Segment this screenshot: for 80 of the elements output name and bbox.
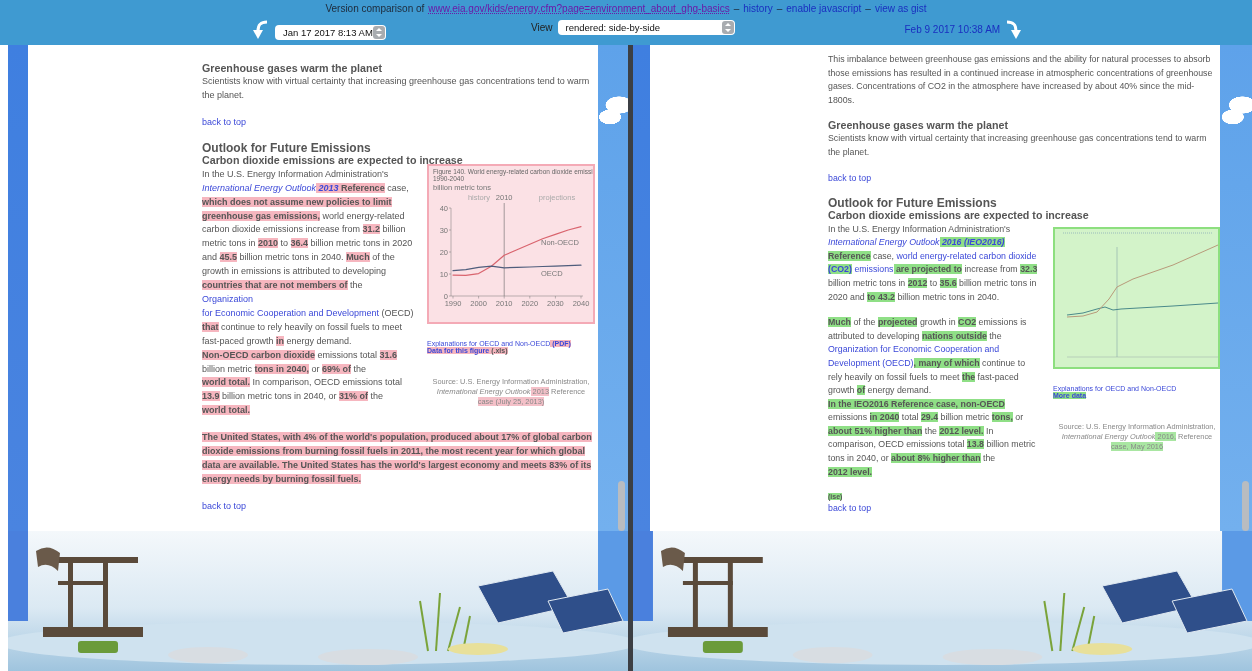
link[interactable]: 2016 (IEO2016)	[939, 237, 1005, 248]
highlighted-text: countries that are not members of	[202, 280, 348, 291]
link[interactable]: Development (OECD)	[828, 357, 914, 368]
highlighted-text: 69% of	[322, 363, 352, 374]
highlighted-text: 2012	[907, 277, 928, 288]
highlighted-text: nations outside	[921, 330, 987, 341]
back-to-top-link[interactable]: back to top	[202, 116, 247, 127]
highlighted-text: 13.9	[202, 391, 220, 402]
highlighted-text: in 2040	[869, 412, 900, 423]
highlighted-text: 2010	[258, 238, 279, 249]
highlighted-text: tons in 2040,	[254, 363, 310, 374]
paragraph: In the U.S. Energy Information Administration's International Energy Outlook 2013 Reference case, which does not assume new policies to limit greenhouse gas emissions, world energy-related carbon dioxide emissions increase from 31.2 billion metric tons in 2010 to 36.4 billion metric tons in 2020 and 45.5 billion metric tons in 2040. Much of the growth in emissions is attributed to developing countries that are not members of the Organization for Economic Cooperation and Development (OECD) that continue to rely heavily on fossil fuels to meet fast-paced growth in energy demand. Non-OECD carbon dioxide emissions total 31.6 billion metric tons in 2040, or 69% of the world total. In comparison, OECD emissions total 13.9 billion metric tons in 2040, or 31% of the world total.	[202, 167, 414, 418]
back-to-top-link[interactable]: back to top	[828, 503, 872, 514]
curved-arrow-icon[interactable]	[1005, 20, 1022, 40]
header-text: –	[865, 3, 871, 14]
highlighted-text: world total.	[202, 405, 250, 416]
highlighted-text: about 8% higher than	[891, 453, 981, 464]
highlighted-text: in	[276, 335, 285, 346]
section-heading: Greenhouse gases warm the planet	[202, 62, 383, 75]
highlighted-text: to 43.2	[867, 291, 895, 302]
subheading: Carbon dioxide emissions are expected to increase	[202, 153, 464, 167]
section-title: Outlook for Future Emissions	[202, 141, 372, 154]
highlighted-text: greenhouse gas emissions,	[202, 210, 321, 221]
paragraph: This imbalance between greenhouse gas emissions and the ability for natural processes to absorb those emissions has resulted in a continued increase in atmospheric concentrations of greenhouse gases. Concentrations of CO2 in the atmosphere have increased by about 40% since the mid-1800s.	[828, 53, 1214, 107]
highlighted-text: 36.4	[290, 238, 309, 249]
highlighted-text: 13.8	[966, 439, 984, 450]
header-text: –	[776, 3, 783, 14]
link[interactable]: International Energy Outlook	[828, 237, 940, 248]
highlighted-text: Non-OECD carbon dioxide	[202, 349, 315, 360]
highlighted-text: 35.6	[939, 277, 957, 288]
highlighted-text: world total.	[202, 377, 250, 388]
highlighted-text: 45.5	[219, 252, 238, 263]
date-select[interactable]: Jan 17 2017 8:13 AM	[275, 25, 386, 40]
highlighted-text: Reference	[338, 182, 385, 193]
scrollbar-thumb[interactable]	[618, 481, 625, 531]
highlighted-text: In the IEO2016 Reference case, non-OECD	[828, 398, 1005, 409]
stepper-icon	[721, 21, 734, 34]
link[interactable]: (CO2)	[828, 264, 852, 275]
paragraph: The United States, with 4% of the world's population, produced about 17% of global carbon dioxide emissions from burning fossil fuels in 2011, the most recent year for which global data are available. The United States has the world's largest economy and meets 83% of its energy needs by burning fossil fuels.	[202, 431, 593, 486]
link[interactable]: Organization for Economic Cooperation and	[828, 344, 1000, 355]
highlighted-text: , many of which	[913, 357, 980, 368]
highlighted-text: 31% of	[339, 391, 369, 402]
section-title: Outlook for Future Emissions	[828, 196, 998, 209]
link[interactable]: emissions	[851, 264, 894, 275]
paragraph: Scientists know with virtual certainty that increasing greenhouse gas concentrations tend to warm the planet.	[828, 132, 1208, 159]
scrollbar-thumb[interactable]	[1242, 481, 1249, 531]
highlighted-text: 29.4	[920, 412, 939, 423]
highlighted-text: Reference	[828, 250, 871, 261]
highlighted-text: which does not assume new policies to limit	[202, 196, 392, 207]
curved-arrow-icon[interactable]	[253, 20, 269, 40]
link[interactable]: for Economic Cooperation and Development	[202, 307, 380, 318]
paragraph: Scientists know with virtual certainty that increasing greenhouse gas concentrations tend to warm the planet.	[202, 75, 591, 102]
highlighted-text: tons,	[991, 412, 1013, 423]
highlighted-text: the	[961, 371, 976, 382]
link[interactable]: International Energy Outlook	[202, 182, 317, 193]
highlighted-text: 2012 level.	[828, 466, 873, 477]
section-heading: Greenhouse gases warm the planet	[828, 119, 1009, 133]
back-to-top-link[interactable]: back to top	[202, 500, 247, 511]
stepper-icon	[373, 26, 385, 39]
view-select[interactable]: rendered: side-by-side	[557, 20, 735, 35]
highlighted-text: about 51% higher than	[828, 425, 923, 436]
highlighted-text: 31.2	[362, 224, 381, 235]
link[interactable]: world energy-related carbon dioxide	[896, 250, 1037, 261]
header-text: Version comparison of	[325, 3, 425, 14]
highlighted-text: are projected to	[893, 264, 962, 275]
back-to-top-link[interactable]: back to top	[828, 172, 872, 183]
highlighted-text: Much	[828, 317, 851, 328]
highlighted-text: 2012 level.	[939, 425, 984, 436]
highlighted-text: 32.3	[1020, 264, 1038, 275]
highlighted-text: CO2	[958, 317, 977, 328]
subheading: Carbon dioxide emissions are expected to increase	[828, 208, 1090, 222]
highlighted-text: Much	[346, 252, 370, 263]
link[interactable]: 2013	[316, 182, 339, 193]
view-label: View	[531, 22, 553, 33]
header-text: –	[733, 3, 740, 14]
link[interactable]: Organization	[202, 293, 254, 304]
highlighted-text: projected	[877, 317, 918, 328]
highlighted-text: that	[202, 321, 219, 332]
paragraph: In the U.S. Energy Information Administration's International Energy Outlook 2016 (IEO2016) Reference case, world energy-related carbon dioxide (CO2) emissions are projected to increase from 32.3 billion metric tons in 2012 to 35.6 billion metric tons in 2020 and to 43.2 billion metric tons in 2040.	[828, 222, 1039, 304]
highlighted-text: 31.6	[379, 349, 398, 360]
